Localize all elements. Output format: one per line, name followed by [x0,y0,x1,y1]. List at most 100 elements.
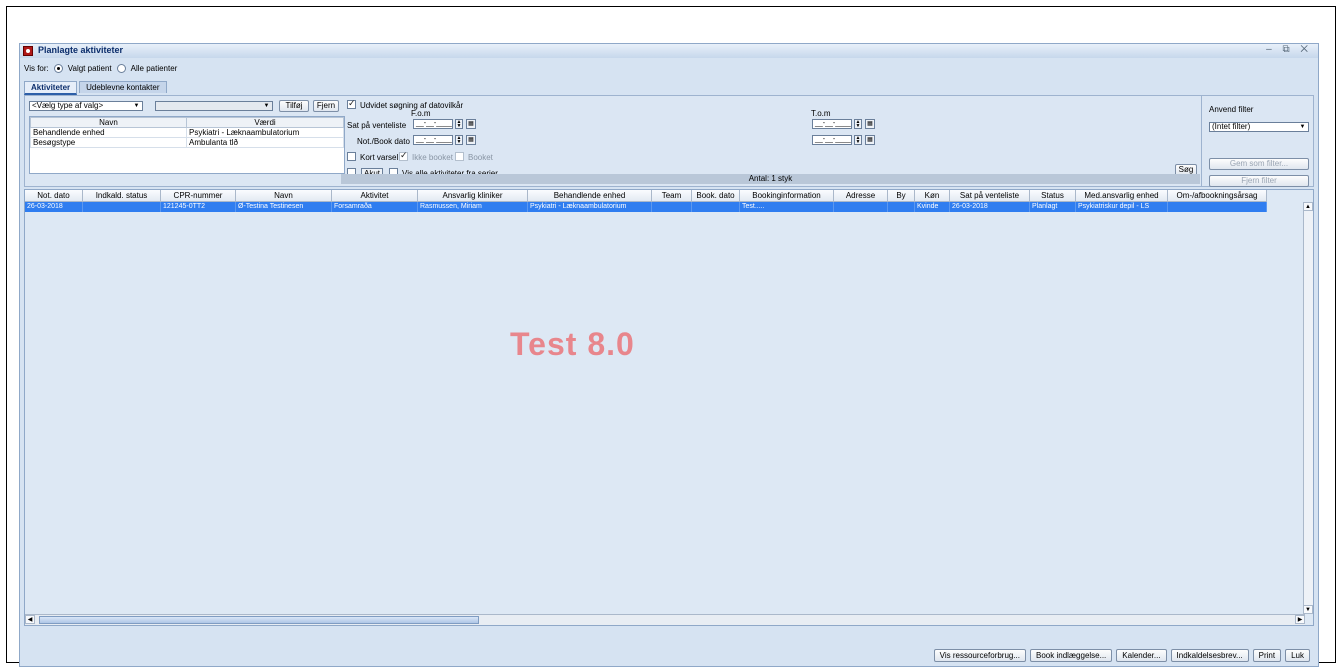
column-header[interactable]: Behandlende enhed [528,190,652,202]
spin-icon[interactable]: ▲ ▼ [455,119,463,129]
chevron-down-icon: ▼ [263,103,270,109]
watermark: Test 8.0 [510,326,635,362]
column-header[interactable]: CPR-nummer [161,190,236,202]
to-label: T.o.m [811,109,831,118]
scroll-thumb[interactable] [39,616,479,624]
result-count: Antal: 1 styk [341,174,1200,184]
criteria-value: Ambulanta tlð [186,137,344,148]
indkaldelsesbrev-button[interactable]: Indkaldelsesbrev... [1170,649,1249,662]
book-dato-label: Not./Book dato [357,137,410,146]
extended-search-checkbox[interactable] [347,98,356,109]
book-indlaeggelse-button[interactable]: Book indlæggelse... [1030,649,1113,662]
column-header[interactable]: Team [652,190,692,202]
scroll-right-icon[interactable]: ▶ [1295,615,1305,624]
column-header[interactable]: Not. dato [25,190,83,202]
ikke-booket-label: Ikke booket [412,153,453,162]
horizontal-scrollbar[interactable]: ◀ ▶ [25,614,1305,625]
window-controls[interactable]: – ⧉ ✕ [1266,44,1312,55]
tab-udeblevne-kontakter[interactable]: Udeblevne kontakter [79,81,167,93]
spin-icon[interactable]: ▲ ▼ [854,119,862,129]
column-header[interactable]: Indkald. status [83,190,161,202]
spin-icon[interactable]: ▲ ▼ [854,135,862,145]
value-select[interactable]: ▼ [155,101,273,111]
column-header[interactable]: Aktivitet [332,190,418,202]
table-row[interactable]: 26-03-2018 121245-0TT2 Ø-Testina Testinese… [25,202,1267,212]
filter-select-value: (Intet filter) [1212,122,1251,131]
vertical-scrollbar[interactable]: ▲ ▼ [1303,202,1313,614]
calendar-icon[interactable]: ▦ [466,135,476,145]
criteria-table: Navn Værdi Behandlende enhed Psykiatri -… [29,116,345,174]
print-button[interactable]: Print [1252,649,1282,662]
vis-ressourceforbrug-button[interactable]: Vis ressourceforbrug... [933,649,1027,662]
vis-for-label: Vis for: [24,63,49,73]
table-cell: Forsamraða [332,202,418,212]
column-header[interactable]: Med.ansvarlig enhed [1076,190,1168,202]
table-cell [83,202,161,212]
table-cell [652,202,692,212]
spin-icon[interactable]: ▲ ▼ [455,135,463,145]
table-cell [834,202,888,212]
column-header[interactable]: By [888,190,915,202]
column-header[interactable]: Bookinginformation [740,190,834,202]
table-cell: 26-03-2018 [25,202,83,212]
venteliste-from-field[interactable]: __-__-____ [413,119,453,129]
column-header[interactable]: Navn [236,190,332,202]
criteria-row[interactable]: Behandlende enhed Psykiatri - Læknaambul… [30,127,344,138]
filter-label: Anvend filter [1209,105,1254,114]
venteliste-label: Sat på venteliste [347,121,407,130]
scroll-up-icon[interactable]: ▲ [1303,202,1313,211]
column-header[interactable]: Køn [915,190,950,202]
calendar-icon[interactable]: ▦ [865,119,875,129]
scroll-left-icon[interactable]: ◀ [25,615,35,624]
table-cell: Ø-Testina Testinesen [236,202,332,212]
radio-valgt-patient[interactable] [53,63,63,73]
filter-select[interactable]: (Intet filter) ▼ [1209,122,1309,132]
remove-button[interactable]: Fjern [313,100,339,112]
search-panel: <Vælg type af valg> ▼ ▼ Tilføj Fjern Nav… [24,95,1314,187]
kort-varsel-checkbox[interactable] [347,152,356,161]
book-from-field[interactable]: __-__-____ [413,135,453,145]
calendar-icon[interactable]: ▦ [865,135,875,145]
vis-for-group: Vis for: Valgt patient Alle patienter [24,62,177,74]
criteria-row[interactable]: Besøgstype Ambulanta tlð [30,137,344,148]
kalender-button[interactable]: Kalender... [1116,649,1167,662]
add-button[interactable]: Tilføj [279,100,309,112]
criteria-name: Besøgstype [30,137,187,148]
filter-divider [1201,96,1202,186]
remove-filter-button[interactable]: Fjern filter [1209,175,1309,187]
type-select[interactable]: <Vælg type af valg> ▼ [29,101,143,111]
column-header[interactable]: Ansvarlig kliniker [418,190,528,202]
activities-grid: Not. dato Indkald. status CPR-nummer Navn Ak… [24,189,1314,626]
tab-aktiviteter[interactable]: Aktiviteter [24,81,78,95]
radio-valgt-patient-label[interactable]: Valgt patient [68,64,112,73]
app-icon [23,46,33,56]
column-header[interactable]: Sat på venteliste [950,190,1030,202]
radio-alle-patienter-label[interactable]: Alle patienter [131,64,178,73]
luk-button[interactable]: Luk [1285,649,1310,662]
column-header[interactable]: Status [1030,190,1076,202]
booket-checkbox[interactable] [455,152,464,161]
criteria-name: Behandlende enhed [30,127,187,138]
ikke-booket-checkbox[interactable] [399,150,408,161]
table-cell: Psykiatriskur depil - LS [1076,202,1168,212]
column-header[interactable]: Book. dato [692,190,740,202]
type-select-value: <Vælg type af valg> [32,101,104,110]
table-cell: 26-03-2018 [950,202,1030,212]
column-header[interactable]: Adresse [834,190,888,202]
scroll-down-icon[interactable]: ▼ [1303,605,1313,614]
radio-alle-patienter[interactable] [116,63,126,73]
column-header[interactable]: Om-/afbookningsårsag [1168,190,1267,202]
criteria-col-value: Værdi [186,117,344,128]
chevron-down-icon: ▼ [1299,124,1306,130]
table-cell [1168,202,1267,212]
footer-toolbar: Vis ressourceforbrug... Book indlæggelse… [933,649,1310,662]
booket-label: Booket [468,153,493,162]
criteria-col-name: Navn [30,117,187,128]
save-filter-button[interactable]: Gem som filter... [1209,158,1309,170]
calendar-icon[interactable]: ▦ [466,119,476,129]
book-to-field[interactable]: __-__-____ [812,135,852,145]
table-cell: Test..... [740,202,834,212]
venteliste-to-field[interactable]: __-__-____ [812,119,852,129]
criteria-value: Psykiatri - Læknaambulatorium [186,127,344,138]
table-cell: Planlagt [1030,202,1076,212]
